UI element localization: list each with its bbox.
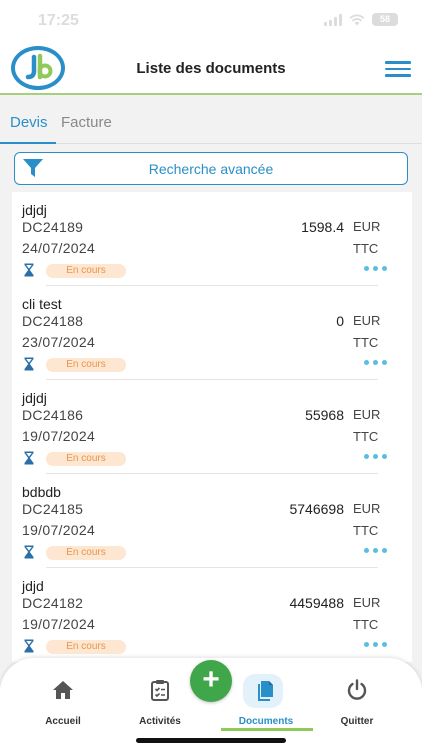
doc-number: DC24189	[22, 219, 84, 235]
document-type-tabs: Devis Facture	[0, 97, 422, 144]
active-nav-underline	[221, 728, 313, 731]
active-tab-indicator	[0, 142, 56, 144]
doc-amount: 0	[336, 313, 344, 329]
nav-accueil[interactable]: Accueil	[18, 678, 108, 727]
doc-client: jdjd	[22, 578, 44, 594]
tabs-divider	[0, 143, 422, 144]
nav-label: Activités	[139, 716, 181, 727]
doc-date: 24/07/2024	[22, 240, 96, 256]
doc-tax: TTC	[353, 241, 379, 256]
doc-number: DC24185	[22, 501, 84, 517]
doc-amount: 1598.4	[301, 219, 344, 235]
doc-date: 19/07/2024	[22, 616, 96, 632]
status-time: 17:25	[38, 12, 79, 29]
list-item[interactable]: bdbdb DC24185 19/07/2024 5746698 EUR TTC…	[12, 474, 412, 568]
status-bar: 17:25 58	[0, 0, 422, 42]
doc-tax: TTC	[353, 335, 379, 350]
battery-icon: 58	[372, 13, 398, 26]
more-options-icon[interactable]	[364, 266, 387, 271]
add-document-button[interactable]: +	[190, 660, 232, 702]
list-item[interactable]: jdjd DC24182 19/07/2024 4459488 EUR TTC …	[12, 568, 412, 662]
doc-amount: 4459488	[289, 595, 344, 611]
doc-currency: EUR	[353, 219, 381, 234]
power-icon	[347, 679, 367, 700]
tab-facture[interactable]: Facture	[61, 114, 112, 131]
doc-client: jdjdj	[22, 390, 47, 406]
wifi-icon	[349, 13, 365, 25]
hourglass-icon	[24, 263, 34, 277]
doc-amount: 55968	[305, 407, 344, 423]
doc-date: 19/07/2024	[22, 522, 96, 538]
nav-label: Quitter	[340, 716, 374, 727]
home-icon	[53, 681, 73, 699]
more-options-icon[interactable]	[364, 360, 387, 365]
hourglass-icon	[24, 451, 34, 465]
doc-date: 23/07/2024	[22, 334, 96, 350]
doc-tax: TTC	[353, 523, 379, 538]
clipboard-icon	[151, 680, 169, 701]
doc-client: jdjdj	[22, 202, 47, 218]
document-list[interactable]: jdjdj DC24189 24/07/2024 1598.4 EUR TTC …	[12, 192, 412, 662]
hourglass-icon	[24, 639, 34, 653]
status-badge: En cours	[46, 640, 126, 654]
doc-currency: EUR	[353, 313, 381, 328]
signal-icon	[324, 13, 342, 26]
status-badge: En cours	[46, 546, 126, 560]
status-badge: En cours	[46, 452, 126, 466]
hourglass-icon	[24, 357, 34, 371]
status-badge: En cours	[46, 358, 126, 372]
status-icons: 58	[324, 13, 398, 26]
more-options-icon[interactable]	[364, 548, 387, 553]
nav-quitter[interactable]: Quitter	[312, 678, 402, 727]
app-header: Liste des documents	[0, 42, 422, 95]
nav-label: Documents	[238, 716, 294, 727]
nav-documents[interactable]: Documents	[221, 678, 311, 727]
doc-client: cli test	[22, 296, 62, 312]
doc-tax: TTC	[353, 429, 379, 444]
more-options-icon[interactable]	[364, 642, 387, 647]
home-indicator	[136, 738, 286, 743]
list-item[interactable]: cli test DC24188 23/07/2024 0 EUR TTC En…	[12, 286, 412, 380]
doc-currency: EUR	[353, 501, 381, 516]
status-badge: En cours	[46, 264, 126, 278]
doc-tax: TTC	[353, 617, 379, 632]
doc-client: bdbdb	[22, 484, 61, 500]
doc-currency: EUR	[353, 407, 381, 422]
list-item[interactable]: jdjdj DC24189 24/07/2024 1598.4 EUR TTC …	[12, 192, 412, 286]
doc-currency: EUR	[353, 595, 381, 610]
hamburger-menu-icon[interactable]	[385, 61, 411, 77]
doc-number: DC24186	[22, 407, 84, 423]
tab-devis[interactable]: Devis	[10, 114, 48, 131]
advanced-search-button[interactable]: Recherche avancée	[14, 152, 408, 185]
doc-amount: 5746698	[289, 501, 344, 517]
doc-number: DC24188	[22, 313, 84, 329]
advanced-search-label: Recherche avancée	[148, 161, 274, 177]
list-item[interactable]: jdjdj DC24186 19/07/2024 55968 EUR TTC E…	[12, 380, 412, 474]
nav-label: Accueil	[45, 716, 81, 727]
page-title: Liste des documents	[136, 60, 286, 77]
doc-number: DC24182	[22, 595, 84, 611]
more-options-icon[interactable]	[364, 454, 387, 459]
doc-date: 19/07/2024	[22, 428, 96, 444]
documents-icon	[258, 681, 273, 701]
hourglass-icon	[24, 545, 34, 559]
